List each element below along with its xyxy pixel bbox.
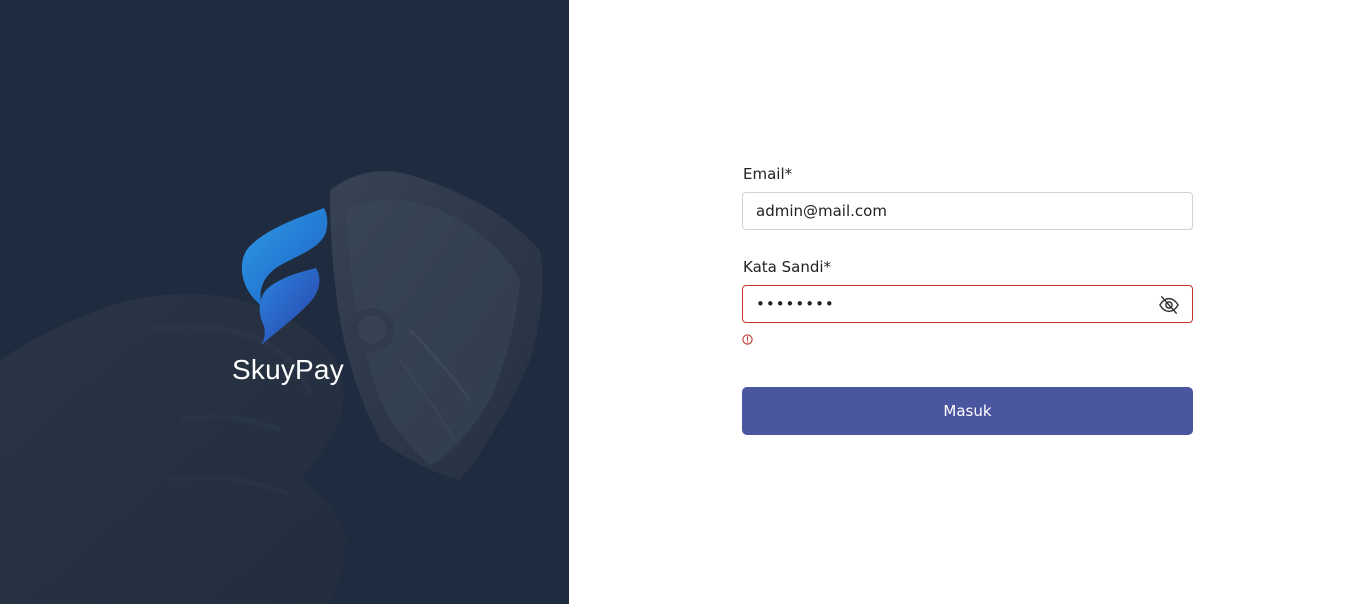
form-panel: Email* Kata Sandi* [569,0,1366,604]
login-form: Email* Kata Sandi* [742,165,1193,435]
hero-panel: SkuyPay [0,0,569,604]
login-page: SkuyPay Email* Kata Sandi* [0,0,1366,604]
email-input[interactable] [743,193,1192,229]
password-input[interactable] [743,286,1192,322]
eye-off-icon[interactable] [1158,295,1180,315]
brand: SkuyPay [0,200,569,400]
login-button[interactable]: Masuk [742,387,1193,435]
brand-name: SkuyPay [232,354,344,385]
error-circle-icon [742,333,753,345]
password-error [742,331,1193,347]
password-label: Kata Sandi* [743,258,832,276]
email-input-box [742,192,1193,230]
password-input-box [742,285,1193,323]
password-field-group: Kata Sandi* [742,258,1193,347]
email-field-group: Email* [742,165,1193,230]
email-label: Email* [743,165,793,183]
skuypay-logo-icon [241,208,328,346]
